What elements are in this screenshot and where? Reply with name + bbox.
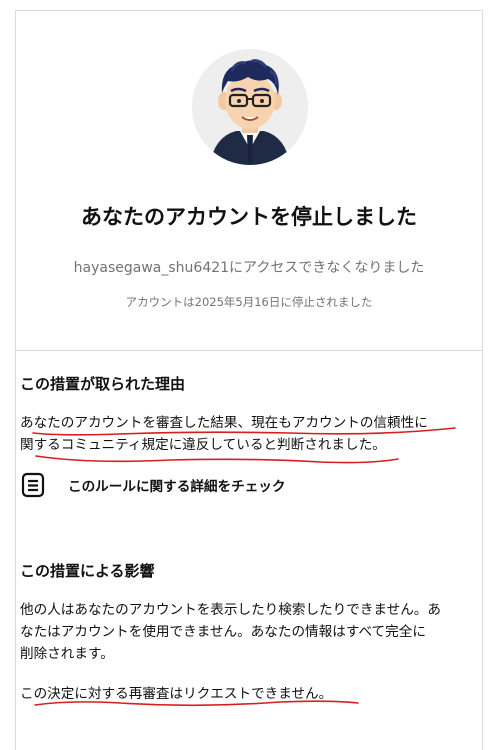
rule-details-label: このルールに関する詳細をチェック [68, 479, 286, 495]
reason-heading: この措置が取られた理由 [20, 375, 186, 393]
document-icon [21, 472, 45, 498]
header-section: あなたのアカウントを停止しました hayasegawa_shu6421にアクセス… [16, 11, 482, 351]
impact-heading: この措置による影響 [20, 562, 155, 580]
reason-line-2: 関するコミュニティ規定に違反していると判断されました。 [20, 437, 386, 453]
impact-line-1: 他の人はあなたのアカウントを表示したり検索したりできません。あ [20, 602, 441, 618]
page-title: あなたのアカウントを停止しました [81, 205, 417, 229]
rule-details-link[interactable]: このルールに関する詳細をチェック [20, 470, 320, 500]
avatar [192, 49, 308, 165]
suspension-date: アカウントは2025年5月16日に停止されました [125, 295, 373, 309]
reason-line-1: あなたのアカウントを審査した結果、現在もアカウントの信頼性に [20, 415, 428, 431]
impact-line-2: なたはアカウントを使用できません。あなたの情報はすべて完全に [20, 624, 426, 640]
account-access-message: hayasegawa_shu6421にアクセスできなくなりました [73, 260, 425, 276]
impact-line-3: 削除されます。 [20, 646, 114, 662]
avatar-illustration [192, 49, 308, 165]
impact-line-4: この決定に対する再審査はリクエストできません。 [20, 686, 333, 702]
